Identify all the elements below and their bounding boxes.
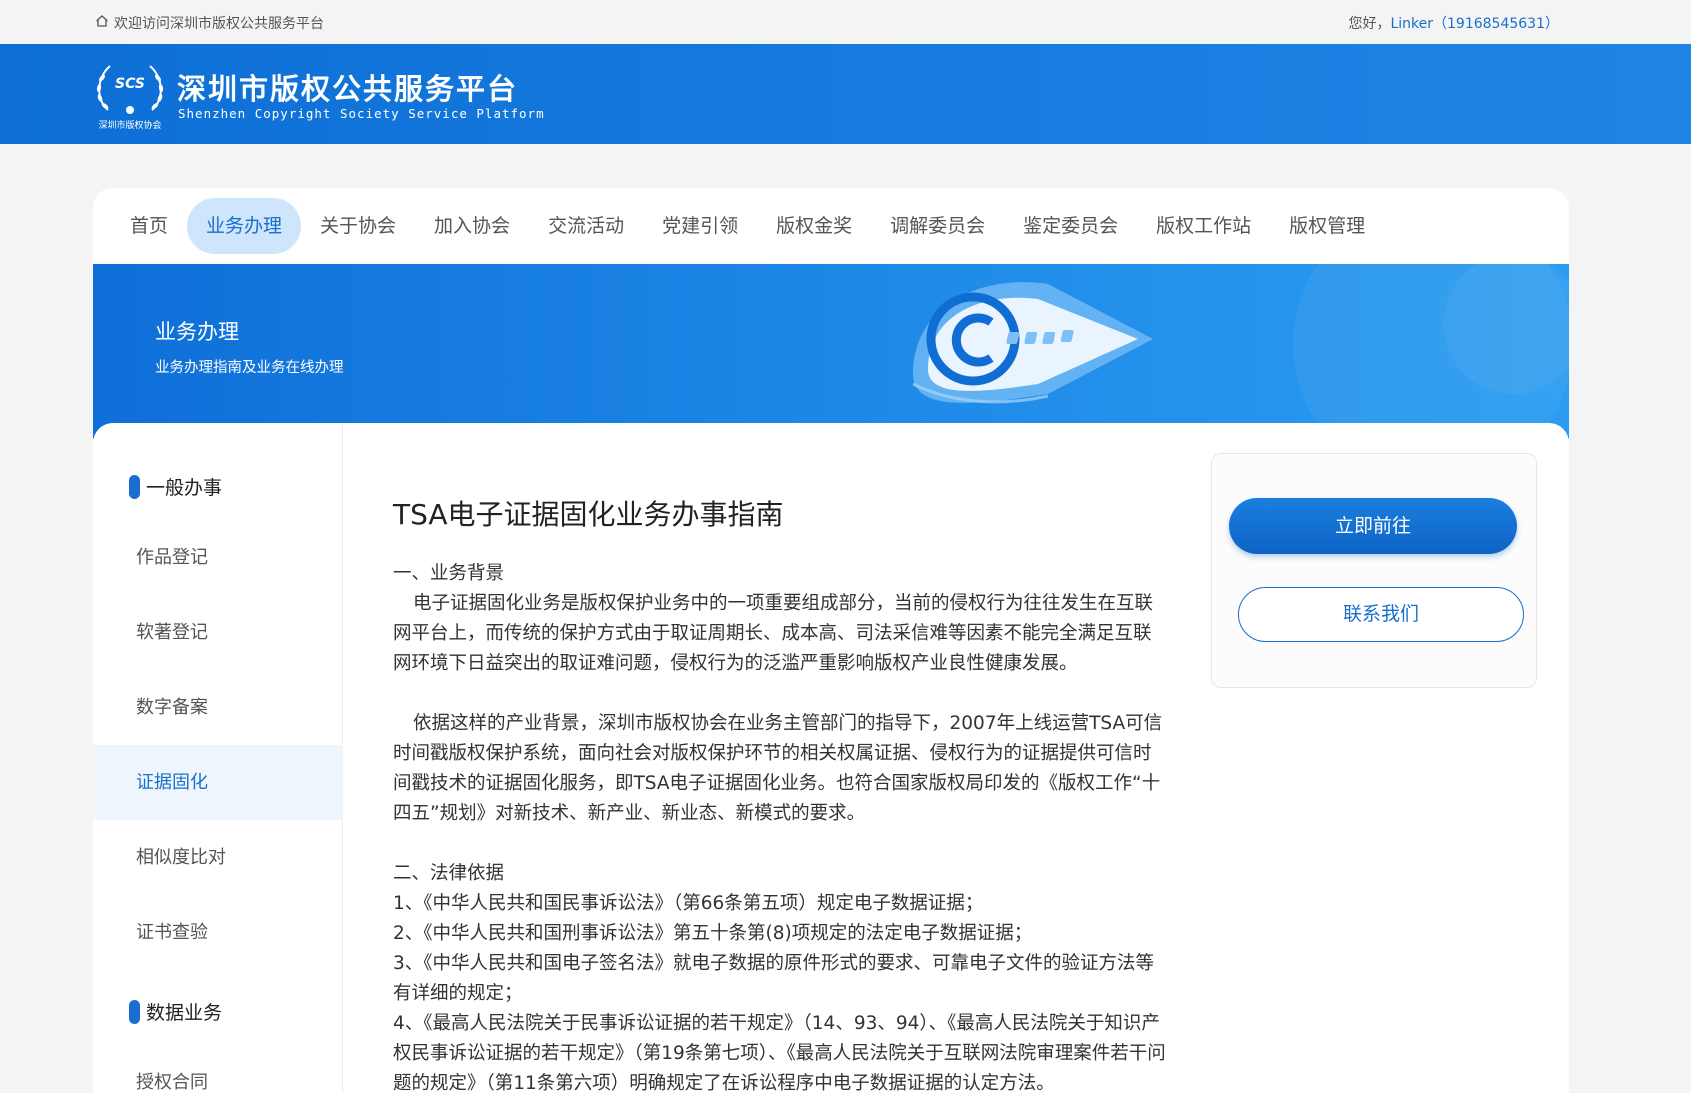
nav-item-awards[interactable]: 版权金奖: [757, 198, 871, 254]
welcome-message: 欢迎访问深圳市版权公共服务平台: [95, 13, 324, 33]
nav-item-business[interactable]: 业务办理: [187, 198, 302, 254]
sidebar-item-similarity-comparison[interactable]: 相似度比对: [93, 820, 343, 895]
nav-item-management[interactable]: 版权管理: [1270, 198, 1384, 254]
sidebar-group-general: 一般办事: [129, 473, 222, 500]
main-card: 首页 业务办理 关于协会 加入协会 交流活动 党建引领 版权金奖 调解委员会 鉴…: [93, 188, 1569, 1093]
section-heading: 二、法律依据: [393, 863, 505, 884]
go-now-button[interactable]: 立即前往: [1229, 498, 1517, 554]
sidebar-group-label: 数据业务: [146, 1002, 223, 1024]
nav-item-events[interactable]: 交流活动: [529, 198, 643, 254]
nav-item-about[interactable]: 关于协会: [301, 198, 415, 254]
site-title: 深圳市版权公共服务平台: [177, 72, 519, 106]
group-marker: [129, 999, 140, 1024]
page-banner: 业务办理 业务办理指南及业务在线办理: [93, 264, 1569, 439]
logo-abbr: SCS: [115, 76, 145, 92]
nav-item-party[interactable]: 党建引领: [643, 198, 757, 254]
law-item: 1、《中华人民共和国民事诉讼法》（第66条第五项）规定电子数据证据；: [393, 893, 984, 914]
greet-prefix: 您好，: [1348, 16, 1391, 32]
law-item: 4、《最高人民法院关于民事诉讼证据的若干规定》（14、93、94）、《最高人民法…: [393, 1013, 1166, 1093]
law-item: 2、《中华人民共和国刑事诉讼法》第五十条第(8)项规定的法定电子数据证据；: [393, 923, 1033, 944]
article-paragraph: 电子证据固化业务是版权保护业务中的一项重要组成部分，当前的侵权行为往往发生在互联…: [393, 593, 1154, 674]
nav-item-join[interactable]: 加入协会: [415, 198, 529, 254]
sidebar-item-digital-filing[interactable]: 数字备案: [93, 670, 343, 745]
home-icon[interactable]: [95, 14, 109, 32]
article-paragraph: 依据这样的产业背景，深圳市版权协会在业务主管部门的指导下，2007年上线运营TS…: [393, 713, 1163, 824]
content-area: 一般办事 作品登记 软著登记 数字备案 证据固化 相似度比对 证书查验 数据业务…: [93, 423, 1569, 1093]
user-account-link[interactable]: Linker（19168545631）: [1390, 16, 1559, 32]
sidebar-item-license-contract[interactable]: 授权合同: [93, 1045, 343, 1093]
banner-title: 业务办理: [155, 320, 239, 344]
sidebar-item-software-registration[interactable]: 软著登记: [93, 595, 343, 670]
welcome-text: 欢迎访问深圳市版权公共服务平台: [114, 16, 324, 32]
group-marker: [129, 474, 140, 499]
main-nav: 首页 业务办理 关于协会 加入协会 交流活动 党建引领 版权金奖 调解委员会 鉴…: [93, 188, 1569, 264]
sidebar-item-work-registration[interactable]: 作品登记: [93, 520, 343, 595]
law-item: 3、《中华人民共和国电子签名法》就电子数据的原件形式的要求、可靠电子文件的验证方…: [393, 953, 1155, 1004]
copyright-train-illustration: [873, 264, 1569, 439]
site-header: SCS 深圳市版权协会 深圳市版权公共服务平台 Shenzhen Copyrig…: [0, 44, 1691, 144]
sidebar: 一般办事 作品登记 软著登记 数字备案 证据固化 相似度比对 证书查验 数据业务…: [93, 423, 343, 1093]
contact-us-button[interactable]: 联系我们: [1238, 587, 1524, 642]
sidebar-item-evidence-preservation[interactable]: 证据固化: [93, 745, 343, 820]
nav-item-home[interactable]: 首页: [111, 198, 187, 254]
article-title: TSA电子证据固化业务办事指南: [393, 498, 784, 531]
user-greeting: 您好，Linker（19168545631）: [1348, 13, 1559, 33]
action-panel: 立即前往 联系我们: [1211, 453, 1537, 688]
nav-item-workstation[interactable]: 版权工作站: [1137, 198, 1270, 254]
logo-caption: 深圳市版权协会: [98, 119, 161, 130]
top-bar: 欢迎访问深圳市版权公共服务平台 您好，Linker（19168545631）: [0, 0, 1691, 44]
article-body: 一、业务背景 电子证据固化业务是版权保护业务中的一项重要组成部分，当前的侵权行为…: [393, 559, 1168, 1093]
scs-logo[interactable]: SCS 深圳市版权协会: [90, 58, 170, 131]
sidebar-group-data: 数据业务: [129, 998, 222, 1025]
nav-item-appraisal[interactable]: 鉴定委员会: [1004, 198, 1137, 254]
site-subtitle: Shenzhen Copyright Society Service Platf…: [178, 106, 545, 121]
sidebar-group-label: 一般办事: [146, 477, 223, 499]
section-heading: 一、业务背景: [393, 563, 505, 584]
banner-subtitle: 业务办理指南及业务在线办理: [155, 360, 344, 376]
sidebar-item-certificate-verification[interactable]: 证书查验: [93, 895, 343, 970]
nav-item-mediation[interactable]: 调解委员会: [871, 198, 1004, 254]
